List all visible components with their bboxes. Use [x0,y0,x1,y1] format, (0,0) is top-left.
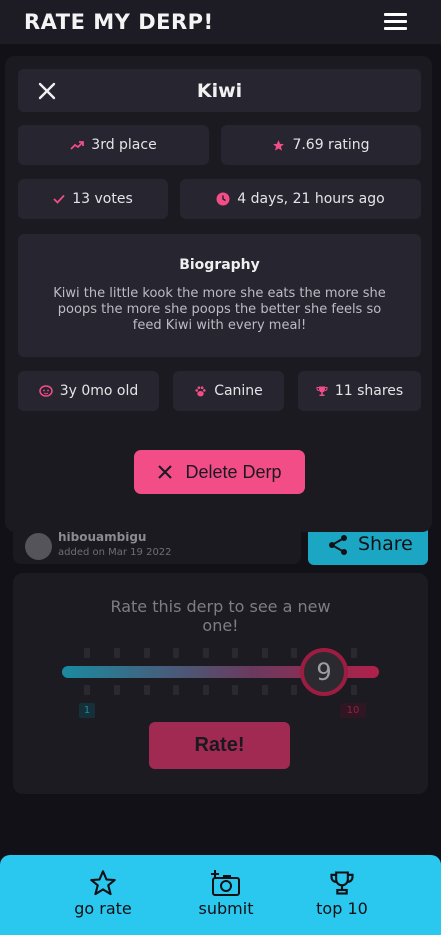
species-label: Canine [214,383,263,399]
slider-tick [114,685,120,695]
star-icon [90,870,116,896]
check-icon [53,194,65,204]
slider-tick [173,648,179,658]
place-badge: 3rd place [18,125,209,165]
add-camera-icon [211,870,240,896]
avatar [25,533,52,560]
biography-box: Biography Kiwi the little kook the more … [18,234,421,357]
slider-tick [291,648,297,658]
menu-icon[interactable] [384,13,407,31]
submitter-name: hibouambigu [58,530,147,544]
slider-tick [351,648,357,658]
slider-max-label: 10 [340,703,366,718]
time-label: 4 days, 21 hours ago [237,191,385,207]
slider-tick [114,648,120,658]
modal-title: Kiwi [196,80,243,102]
rating-slider-knob[interactable]: 9 [300,648,348,696]
rate-prompt: Rate this derp to see a new one! [110,597,331,635]
derp-detail-modal: Kiwi 3rd place 7.69 rating 13 votes 4 da… [5,56,432,532]
slider-tick [262,648,268,658]
added-date: added on Mar 19 2022 [58,547,172,558]
trophy-icon [330,871,354,895]
slider-tick [351,685,357,695]
slider-tick [203,685,209,695]
nav-go-rate-label: go rate [74,899,132,918]
star-icon [273,139,285,151]
rating-label: 7.69 rating [292,137,370,153]
modal-header: Kiwi [18,69,421,112]
votes-badge: 13 votes [18,179,168,219]
slider-tick [232,648,238,658]
slider-tick [84,648,90,658]
place-label: 3rd place [91,137,157,153]
close-icon [158,465,173,479]
slider-tick [291,685,297,695]
trophy-icon [316,386,328,396]
share-label: Share [358,533,413,555]
slider-tick [144,648,150,658]
age-label: 3y 0mo old [59,383,139,399]
share-icon [329,535,347,555]
brand-logo[interactable]: RATE MY DERP! [24,10,214,34]
slider-tick [84,685,90,695]
species-badge: Canine [173,371,284,411]
rating-badge: 7.69 rating [221,125,421,165]
trending-up-icon [70,141,85,150]
nav-top-10[interactable]: top 10 [307,869,377,918]
votes-label: 13 votes [72,191,133,207]
biography-title: Biography [179,257,260,273]
top-bar: RATE MY DERP! [0,0,441,44]
nav-submit[interactable]: submit [189,869,263,918]
biography-text: Kiwi the little kook the more she eats t… [53,286,386,333]
delete-label: Delete Derp [185,461,282,482]
slider-tick [203,648,209,658]
delete-derp-button[interactable]: Delete Derp [134,450,305,494]
rate-panel: Rate this derp to see a new one! 9 1 10 … [13,573,428,794]
bottom-nav: go rate submit top 10 [0,855,441,935]
paw-icon [195,385,206,396]
slider-tick [144,685,150,695]
slider-min-label: 1 [79,703,95,718]
slider-tick [173,685,179,695]
baby-icon [38,385,53,397]
rate-button[interactable]: Rate! [149,722,290,769]
nav-top-10-label: top 10 [316,899,368,918]
shares-badge: 11 shares [298,371,421,411]
slider-tick [232,685,238,695]
nav-submit-label: submit [198,899,254,918]
shares-label: 11 shares [334,383,404,399]
slider-tick [262,685,268,695]
clock-icon [216,192,230,206]
time-badge: 4 days, 21 hours ago [180,179,421,219]
nav-go-rate[interactable]: go rate [66,869,140,918]
age-badge: 3y 0mo old [18,371,159,411]
